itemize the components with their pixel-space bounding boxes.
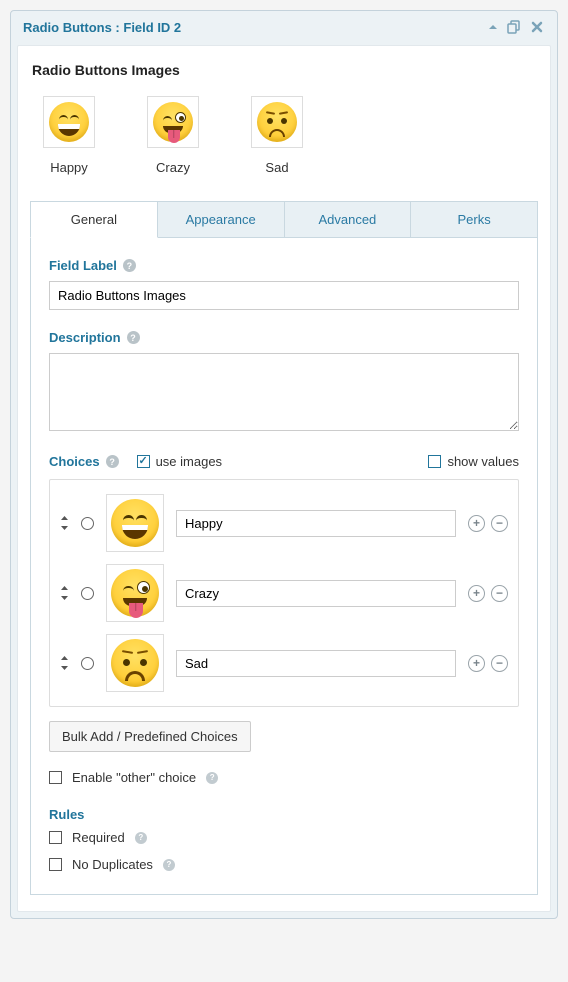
preview-image: [147, 96, 199, 148]
panel-header: Radio Buttons : Field ID 2: [11, 11, 557, 43]
field-label-heading: Field Label ?: [49, 258, 519, 273]
choice-row: + −: [60, 558, 508, 628]
crazy-face-icon: [111, 569, 159, 617]
add-choice-icon[interactable]: +: [468, 515, 485, 532]
help-icon[interactable]: ?: [127, 331, 140, 344]
sad-face-icon: [257, 102, 297, 142]
rules-heading: Rules: [49, 807, 519, 822]
field-title: Radio Buttons Images: [32, 62, 538, 78]
choice-row: + −: [60, 488, 508, 558]
description-text: Description: [49, 330, 121, 345]
enable-other-checkbox[interactable]: [49, 771, 62, 784]
panel-body: Radio Buttons Images Happy Crazy Sad: [17, 45, 551, 912]
collapse-icon[interactable]: [485, 19, 501, 35]
happy-face-icon: [49, 102, 89, 142]
tab-general[interactable]: General: [30, 201, 158, 238]
add-choice-icon[interactable]: +: [468, 585, 485, 602]
choice-label-input[interactable]: [176, 510, 456, 537]
preview-row: Happy Crazy Sad: [30, 90, 538, 197]
help-icon[interactable]: ?: [106, 455, 119, 468]
sad-face-icon: [111, 639, 159, 687]
drag-handle-icon[interactable]: [60, 586, 69, 600]
default-radio[interactable]: [81, 587, 94, 600]
tabs: General Appearance Advanced Perks: [30, 201, 538, 238]
drag-handle-icon[interactable]: [60, 656, 69, 670]
description-heading: Description ?: [49, 330, 519, 345]
crazy-face-icon: [153, 102, 193, 142]
panel-actions: [485, 19, 545, 35]
enable-other-label: Enable "other" choice: [72, 770, 196, 785]
choice-label-input[interactable]: [176, 580, 456, 607]
default-radio[interactable]: [81, 657, 94, 670]
field-label-input[interactable]: [49, 281, 519, 310]
help-icon[interactable]: ?: [163, 859, 175, 871]
bulk-add-button[interactable]: Bulk Add / Predefined Choices: [49, 721, 251, 752]
help-icon[interactable]: ?: [135, 832, 147, 844]
remove-choice-icon[interactable]: −: [491, 585, 508, 602]
choices-title: Choices: [49, 454, 100, 469]
use-images-label: use images: [156, 454, 222, 469]
add-choice-icon[interactable]: +: [468, 655, 485, 672]
preview-label: Crazy: [156, 160, 190, 175]
field-label-text: Field Label: [49, 258, 117, 273]
tab-perks[interactable]: Perks: [410, 201, 538, 238]
help-icon[interactable]: ?: [123, 259, 136, 272]
tab-advanced[interactable]: Advanced: [284, 201, 412, 238]
happy-face-icon: [111, 499, 159, 547]
preview-label: Sad: [265, 160, 288, 175]
choice-image[interactable]: [106, 634, 164, 692]
required-checkbox[interactable]: [49, 831, 62, 844]
choice-label-input[interactable]: [176, 650, 456, 677]
required-row: Required ?: [49, 830, 519, 845]
choices-header: Choices ? use images show values: [49, 454, 519, 469]
remove-choice-icon[interactable]: −: [491, 515, 508, 532]
no-duplicates-checkbox[interactable]: [49, 858, 62, 871]
field-editor-panel: Radio Buttons : Field ID 2 Radio Buttons…: [10, 10, 558, 919]
choice-image[interactable]: [106, 494, 164, 552]
preview-image: [251, 96, 303, 148]
help-icon[interactable]: ?: [206, 772, 218, 784]
choice-row: + −: [60, 628, 508, 698]
show-values-checkbox[interactable]: [428, 455, 441, 468]
preview-option-sad[interactable]: Sad: [242, 96, 312, 175]
default-radio[interactable]: [81, 517, 94, 530]
enable-other-row: Enable "other" choice ?: [49, 770, 519, 785]
use-images-checkbox[interactable]: [137, 455, 150, 468]
remove-choice-icon[interactable]: −: [491, 655, 508, 672]
preview-option-happy[interactable]: Happy: [34, 96, 104, 175]
preview-option-crazy[interactable]: Crazy: [138, 96, 208, 175]
choice-image[interactable]: [106, 564, 164, 622]
duplicate-icon[interactable]: [507, 19, 523, 35]
description-textarea[interactable]: [49, 353, 519, 431]
tab-content-general: Field Label ? Description ? Choices ? us…: [30, 238, 538, 895]
panel-title: Radio Buttons : Field ID 2: [23, 20, 181, 35]
tab-appearance[interactable]: Appearance: [157, 201, 285, 238]
preview-image: [43, 96, 95, 148]
no-duplicates-label: No Duplicates: [72, 857, 153, 872]
show-values-label: show values: [447, 454, 519, 469]
drag-handle-icon[interactable]: [60, 516, 69, 530]
rules-title-text: Rules: [49, 807, 84, 822]
close-icon[interactable]: [529, 19, 545, 35]
choices-list: + − + −: [49, 479, 519, 707]
preview-label: Happy: [50, 160, 88, 175]
no-duplicates-row: No Duplicates ?: [49, 857, 519, 872]
required-label: Required: [72, 830, 125, 845]
